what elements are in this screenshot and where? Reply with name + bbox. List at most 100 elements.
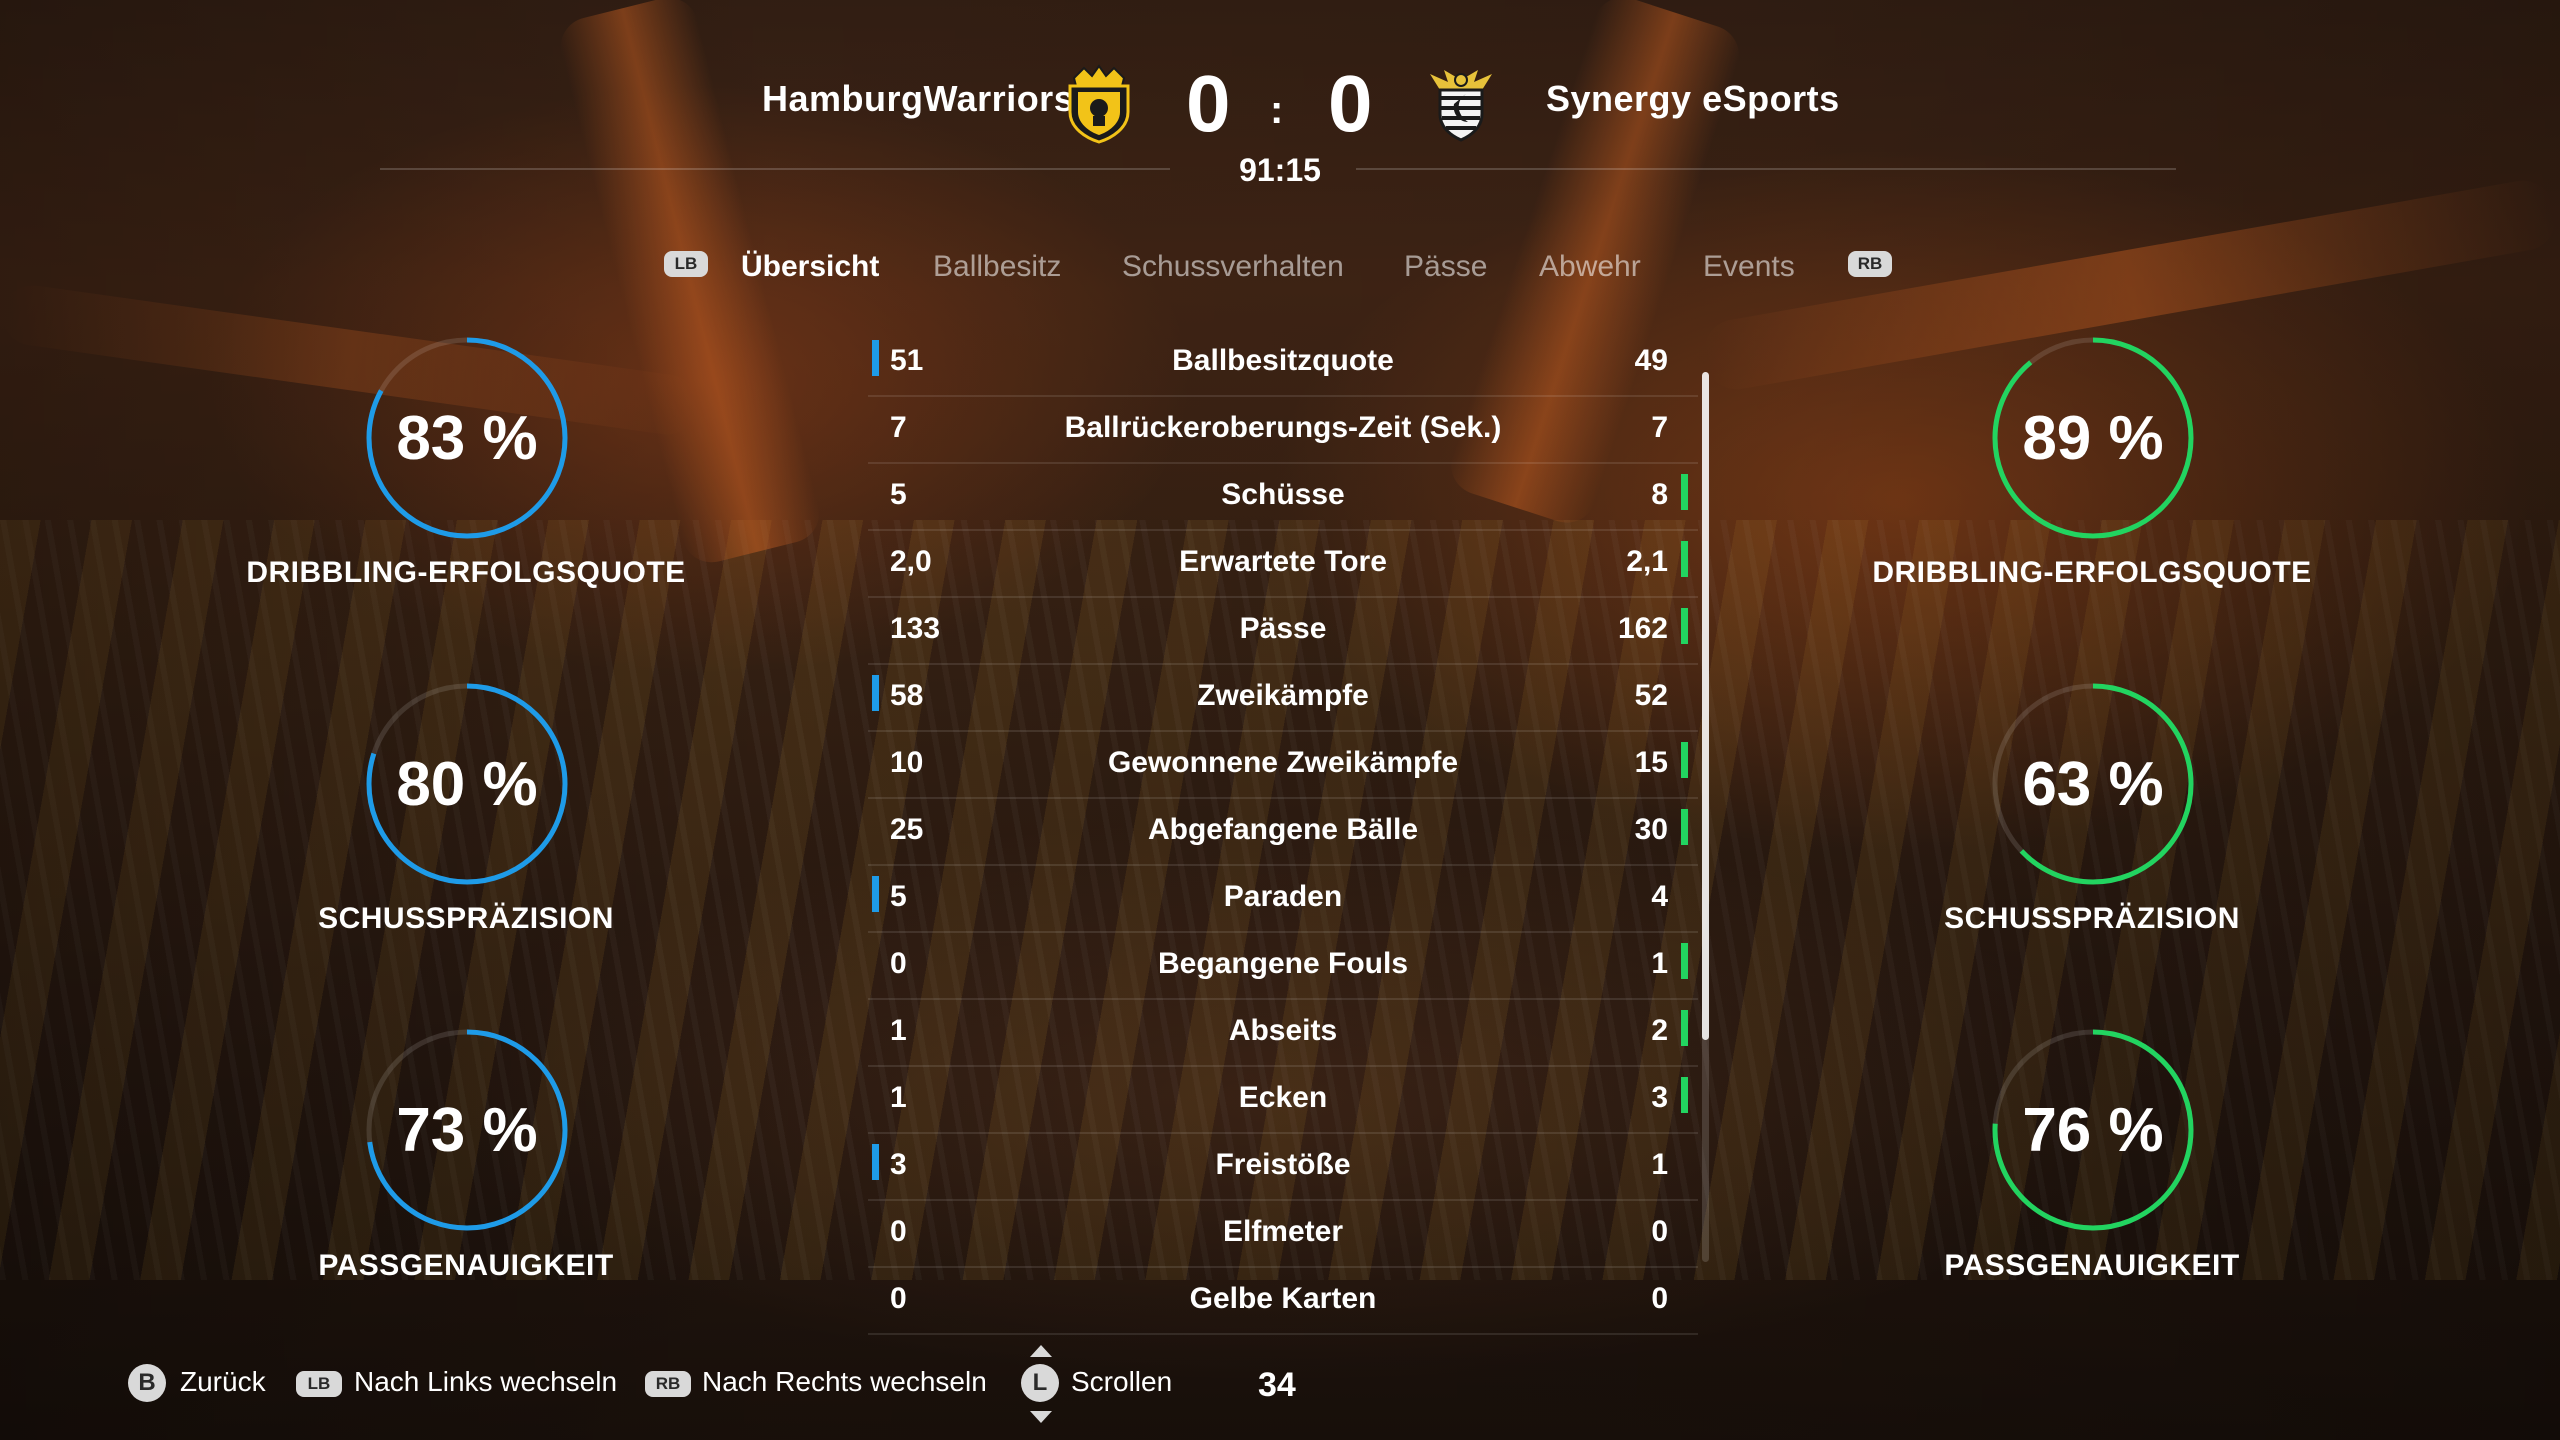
stat-label: Gewonnene Zweikämpfe — [1107, 746, 1459, 779]
b-button-icon[interactable]: B — [128, 1364, 166, 1402]
home-dribbling-value: 83 % — [396, 403, 538, 473]
header-divider-right — [1356, 168, 2176, 170]
stat-label: Zweikämpfe — [1197, 679, 1369, 712]
stat-label: Ballrückeroberungs-Zeit (Sek.) — [1064, 411, 1502, 444]
lb-button-icon[interactable]: LB — [296, 1371, 342, 1397]
away-leader-bar — [1681, 608, 1688, 644]
home-shot-accuracy-ring: 80 % — [362, 679, 572, 889]
away-dribbling-ring: 89 % — [1988, 333, 2198, 543]
lb-bumper-icon[interactable]: LB — [664, 251, 708, 277]
home-dribbling-ring: 83 % — [362, 333, 572, 543]
stat-label: Erwartete Tore — [1179, 545, 1387, 578]
away-dribbling-value: 89 % — [2022, 403, 2164, 473]
away-team-name: Synergy eSports — [1546, 78, 1840, 119]
rb-bumper-icon[interactable]: RB — [1848, 251, 1892, 277]
away-leader-bar — [1681, 1010, 1688, 1046]
stat-label: Schüsse — [1221, 478, 1345, 511]
away-leader-bar — [1681, 742, 1688, 778]
stat-row: 5 Paraden 4 — [868, 866, 1698, 933]
home-team-name: HamburgWarriors — [762, 78, 1075, 119]
score-separator: : — [1270, 88, 1284, 132]
home-score: 0 — [1186, 59, 1231, 148]
away-pass-accuracy-value: 76 % — [2022, 1095, 2164, 1165]
stat-row: 5 Schüsse 8 — [868, 464, 1698, 531]
header-divider-left — [380, 168, 1170, 170]
stats-table[interactable]: 51 Ballbesitzquote 49 7 Ballrückeroberungs-Z… — [868, 330, 1698, 1335]
stat-away-value: 49 — [1634, 344, 1668, 377]
away-shot-accuracy-label: SCHUSSPRÄZISION — [1944, 902, 2240, 935]
away-leader-bar — [1681, 1077, 1688, 1113]
away-shot-accuracy-value: 63 % — [2022, 749, 2164, 819]
rb-button-icon[interactable]: RB — [645, 1371, 691, 1397]
back-action-label[interactable]: Zurück — [180, 1366, 266, 1398]
away-crest-icon — [1426, 64, 1496, 144]
tab-overview[interactable]: Übersicht — [741, 250, 879, 284]
tab-shooting[interactable]: Schussverhalten — [1122, 250, 1344, 284]
stat-away-value: 1 — [1651, 947, 1668, 980]
away-dribbling-label: DRIBBLING-ERFOLGSQUOTE — [1872, 556, 2312, 589]
stat-label: Gelbe Karten — [1189, 1282, 1377, 1315]
tab-possession[interactable]: Ballbesitz — [933, 250, 1061, 284]
stat-label: Abgefangene Bälle — [1147, 813, 1419, 846]
away-shot-accuracy-ring: 63 % — [1988, 679, 2198, 889]
scroll-action-label[interactable]: Scrollen — [1071, 1366, 1172, 1398]
stat-row: 58 Zweikämpfe 52 — [868, 665, 1698, 732]
next-tab-action-label[interactable]: Nach Rechts wechseln — [702, 1366, 987, 1398]
stat-away-value: 0 — [1651, 1282, 1668, 1315]
home-pass-accuracy-ring: 73 % — [362, 1025, 572, 1235]
stat-row: 0 Begangene Fouls 1 — [868, 933, 1698, 1000]
stat-row: 3 Freistöße 1 — [868, 1134, 1698, 1201]
stat-away-value: 4 — [1651, 880, 1668, 913]
match-stats-screen: HamburgWarriors 0 : 0 Synergy eSports 91… — [0, 0, 2560, 1440]
stat-away-value: 3 — [1651, 1081, 1668, 1114]
stat-label: Elfmeter — [1222, 1215, 1344, 1248]
stat-away-value: 2 — [1651, 1014, 1668, 1047]
home-dribbling-label: DRIBBLING-ERFOLGSQUOTE — [246, 556, 686, 589]
stat-away-value: 7 — [1651, 411, 1668, 444]
home-crest-icon — [1064, 64, 1134, 144]
stat-label: Paraden — [1223, 880, 1343, 913]
stat-row: 1 Abseits 2 — [868, 1000, 1698, 1067]
stats-scrollbar[interactable] — [1702, 372, 1709, 1262]
stat-row: 25 Abgefangene Bälle 30 — [868, 799, 1698, 866]
tab-events[interactable]: Events — [1703, 250, 1795, 284]
stat-away-value: 0 — [1651, 1215, 1668, 1248]
page-number: 34 — [1258, 1366, 1296, 1404]
stat-label: Abseits — [1228, 1014, 1338, 1047]
stat-away-value: 162 — [1617, 612, 1668, 645]
away-pass-accuracy-ring: 76 % — [1988, 1025, 2198, 1235]
away-leader-bar — [1681, 474, 1688, 510]
home-shot-accuracy-label: SCHUSSPRÄZISION — [318, 902, 614, 935]
stat-label: Ecken — [1238, 1081, 1328, 1114]
stat-row: 2,0 Erwartete Tore 2,1 — [868, 531, 1698, 598]
stat-label: Begangene Fouls — [1157, 947, 1409, 980]
home-shot-accuracy-value: 80 % — [396, 749, 538, 819]
stat-row: 7 Ballrückeroberungs-Zeit (Sek.) 7 — [868, 397, 1698, 464]
away-leader-bar — [1681, 809, 1688, 845]
stat-label: Pässe — [1239, 612, 1327, 645]
home-pass-accuracy-label: PASSGENAUIGKEIT — [318, 1249, 614, 1282]
home-pass-accuracy-value: 73 % — [396, 1095, 538, 1165]
previous-tab-action-label[interactable]: Nach Links wechseln — [354, 1366, 617, 1398]
stat-away-value: 1 — [1651, 1148, 1668, 1181]
tab-defending[interactable]: Abwehr — [1539, 250, 1641, 284]
stat-row: 133 Pässe 162 — [868, 598, 1698, 665]
stats-scrollbar-thumb[interactable] — [1702, 372, 1709, 1040]
stat-row: 0 Elfmeter 0 — [868, 1201, 1698, 1268]
stat-row: 51 Ballbesitzquote 49 — [868, 330, 1698, 397]
stat-label: Freistöße — [1215, 1148, 1351, 1181]
stat-away-value: 15 — [1634, 746, 1668, 779]
away-pass-accuracy-label: PASSGENAUIGKEIT — [1944, 1249, 2240, 1282]
away-leader-bar — [1681, 943, 1688, 979]
stat-row: 1 Ecken 3 — [868, 1067, 1698, 1134]
match-clock: 91:15 — [1239, 152, 1321, 188]
tab-passing[interactable]: Pässe — [1404, 250, 1487, 284]
left-stick-button-icon[interactable]: L — [1021, 1364, 1059, 1402]
away-leader-bar — [1681, 541, 1688, 577]
stat-row: 0 Gelbe Karten 0 — [868, 1268, 1698, 1335]
away-score: 0 — [1328, 59, 1373, 148]
stat-away-value: 2,1 — [1626, 545, 1668, 578]
stat-away-value: 30 — [1634, 813, 1668, 846]
stat-row: 10 Gewonnene Zweikämpfe 15 — [868, 732, 1698, 799]
stat-label: Ballbesitzquote — [1172, 344, 1394, 377]
